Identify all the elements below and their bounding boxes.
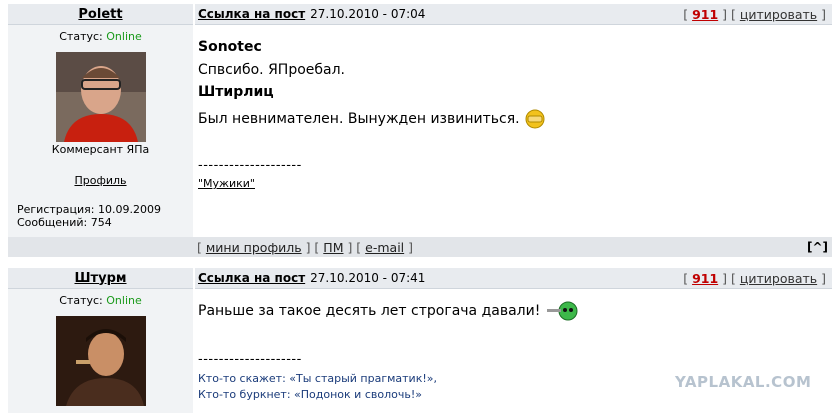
post-2: Штурм Ссылка на пост 27.10.2010 - 07:41 … [8,268,832,413]
post-header: Штурм Ссылка на пост 27.10.2010 - 07:41 … [8,268,832,289]
post-link[interactable]: Ссылка на пост [198,7,305,21]
post-text-2-content: Был невнимателен. Вынужден извиниться. [198,111,520,127]
quote-link[interactable]: цитировать [740,271,817,286]
post-footer: [ мини профиль ] [ ПМ ] [ e-mail ] [^] [8,237,832,257]
rating-area: [ 911 ] [ цитировать ] [683,7,826,22]
status-label: Статус: [59,30,103,43]
quoted-user-1: Sonotec [198,39,262,55]
author-sidebar: Статус: Online [8,289,193,413]
post-text-2: Был невнимателен. Вынужден извиниться. [198,109,546,129]
post-1: Polett Ссылка на пост 27.10.2010 - 07:04… [8,4,832,262]
post-meta: Ссылка на пост 27.10.2010 - 07:41 [ 911 … [195,268,832,289]
author-sidebar: Статус: Online Коммерсант ЯПа Профиль Ре… [8,25,193,237]
avatar-caption: Коммерсант ЯПа [51,143,150,156]
scroll-top-button[interactable]: [^] [807,240,828,254]
rating-area: [ 911 ] [ цитировать ] [683,271,826,286]
user-stats: Регистрация: 10.09.2009 Сообщений: 754 [17,203,193,229]
status-line: Статус: Online [8,294,193,307]
post-body: Раньше за такое десять лет строгача дава… [195,289,832,413]
status-label: Статус: [59,294,103,307]
status-online: Online [106,30,142,43]
author-cell: Штурм [8,268,193,289]
pm-link[interactable]: ПМ [323,240,343,255]
avatar[interactable] [55,52,146,142]
post-text-1-content: Раньше за такое десять лет строгача дава… [198,303,541,319]
post-meta: Ссылка на пост 27.10.2010 - 07:04 [ 911 … [195,4,832,25]
avatar[interactable] [55,316,146,406]
signature-quote-2: Кто-то буркнет: «Подонок и сволочь!» [198,388,422,401]
signature-quote-1: Кто-то скажет: «Ты старый прагматик!», [198,372,437,385]
author-name-link[interactable]: Polett [78,7,122,22]
profile-link[interactable]: Профиль [8,174,193,187]
message-count: Сообщений: 754 [17,216,112,229]
sorry-emoji-icon [525,109,545,129]
signature-separator: -------------------- [198,352,302,367]
footer-links: [ мини профиль ] [ ПМ ] [ e-mail ] [197,240,414,255]
registration-date: Регистрация: 10.09.2009 [17,203,161,216]
post-header: Polett Ссылка на пост 27.10.2010 - 07:04… [8,4,832,25]
status-line: Статус: Online [8,30,193,43]
signature-separator: -------------------- [198,158,302,173]
post-date: 27.10.2010 - 07:04 [310,7,426,21]
post-text-1: Спвсибо. ЯПроебал. [198,62,346,78]
signature-link[interactable]: "Мужики" [198,177,255,190]
site-watermark: YAPLAKAL.COM [675,373,812,391]
quote-link[interactable]: цитировать [740,7,817,22]
smoking-emoji-icon [546,301,578,321]
author-cell: Polett [8,4,193,25]
email-link[interactable]: e-mail [365,240,404,255]
post-body: Sonotec Спвсибо. ЯПроебал. Штирлиц Был н… [195,25,832,237]
post-link[interactable]: Ссылка на пост [198,271,305,285]
post-date: 27.10.2010 - 07:41 [310,271,426,285]
author-name-link[interactable]: Штурм [75,271,127,286]
rating-count-link[interactable]: 911 [692,7,718,22]
mini-profile-link[interactable]: мини профиль [206,240,302,255]
rating-count-link[interactable]: 911 [692,271,718,286]
status-online: Online [106,294,142,307]
quoted-user-2: Штирлиц [198,84,274,100]
post-text-1: Раньше за такое десять лет строгача дава… [198,300,579,322]
